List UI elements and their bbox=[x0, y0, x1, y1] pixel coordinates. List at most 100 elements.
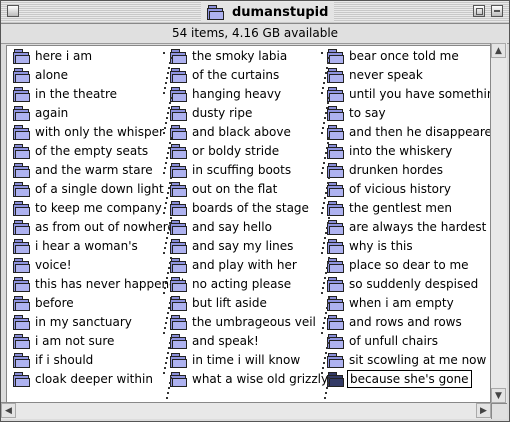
drag-artifact-speck bbox=[169, 262, 171, 264]
folder-label: with only the whisper bbox=[35, 124, 164, 139]
folder-item[interactable]: or boldy stride bbox=[170, 141, 281, 160]
folder-item[interactable]: this has never happened bbox=[13, 274, 186, 293]
close-box-icon[interactable] bbox=[7, 5, 19, 17]
drag-artifact-speck bbox=[328, 257, 330, 259]
folder-item[interactable]: never speak bbox=[327, 65, 425, 84]
folder-item[interactable]: if i should bbox=[13, 350, 95, 369]
drag-artifact-speck bbox=[327, 182, 329, 184]
folder-item[interactable]: dusty ripe bbox=[170, 103, 254, 122]
drag-artifact-speck bbox=[322, 127, 324, 129]
folder-item[interactable]: and the warm stare bbox=[13, 160, 155, 179]
folder-label: in my sanctuary bbox=[35, 314, 132, 329]
folder-item[interactable]: to say bbox=[327, 103, 388, 122]
folder-item[interactable]: into the whiskery bbox=[327, 141, 454, 160]
folder-label: of the empty seats bbox=[35, 143, 149, 158]
folder-item[interactable]: what a wise old grizzly bbox=[170, 369, 330, 388]
folder-item[interactable]: place so dear to me bbox=[327, 255, 471, 274]
collapse-box-icon[interactable] bbox=[491, 5, 503, 17]
folder-item[interactable]: out on the flat bbox=[170, 179, 279, 198]
scroll-right-arrow-icon[interactable]: ▶ bbox=[476, 403, 491, 418]
resize-grip-icon[interactable] bbox=[491, 403, 507, 419]
drag-artifact-speck bbox=[170, 377, 172, 379]
folder-item[interactable]: why is this bbox=[327, 236, 415, 255]
folder-item[interactable]: voice! bbox=[13, 255, 74, 274]
folder-icon bbox=[13, 257, 30, 273]
drag-artifact-speck bbox=[325, 392, 327, 394]
folder-item[interactable]: drunken hordes bbox=[327, 160, 445, 179]
folder-item[interactable]: and play with her bbox=[170, 255, 299, 274]
folder-item[interactable]: and speak! bbox=[170, 331, 261, 350]
folder-item[interactable]: in time i will know bbox=[170, 350, 302, 369]
folder-item[interactable]: bear once told me bbox=[327, 46, 461, 65]
folder-icon bbox=[13, 181, 30, 197]
folder-item[interactable]: no acting please bbox=[170, 274, 293, 293]
vertical-scrollbar[interactable]: ▲ ▼ bbox=[490, 43, 507, 403]
folder-item[interactable]: and say my lines bbox=[170, 236, 295, 255]
folder-item[interactable]: but lift aside bbox=[170, 293, 269, 312]
folder-icon bbox=[327, 314, 344, 330]
folder-item[interactable]: again bbox=[13, 103, 70, 122]
folder-label: why is this bbox=[349, 238, 413, 253]
drag-artifact-speck bbox=[166, 197, 168, 199]
folder-item[interactable]: of vicious history bbox=[327, 179, 453, 198]
folder-item[interactable]: and then he disappeared bbox=[327, 122, 493, 141]
folder-item[interactable]: i hear a woman's bbox=[13, 236, 140, 255]
folder-label: if i should bbox=[35, 352, 94, 367]
folder-item[interactable]: hanging heavy bbox=[170, 84, 283, 103]
horizontal-scrollbar[interactable]: ◀ ▶ bbox=[1, 402, 491, 419]
folder-item[interactable]: the smoky labia bbox=[170, 46, 289, 65]
drag-artifact-speck bbox=[163, 132, 165, 134]
folder-icon bbox=[170, 352, 187, 368]
folder-label: and play with her bbox=[192, 257, 297, 272]
scroll-left-arrow-icon[interactable]: ◀ bbox=[1, 403, 16, 418]
folder-item[interactable]: of the curtains bbox=[170, 65, 281, 84]
folder-item[interactable]: because she's gone bbox=[327, 369, 472, 388]
folder-item[interactable]: as from out of nowhere bbox=[13, 217, 177, 236]
zoom-box-icon[interactable] bbox=[473, 5, 485, 17]
drag-artifact-speck bbox=[163, 212, 165, 214]
drag-artifact-speck bbox=[167, 152, 169, 154]
title-bar[interactable]: dumanstupid bbox=[1, 1, 509, 24]
folder-icon bbox=[327, 238, 344, 254]
folder-item[interactable]: to keep me company bbox=[13, 198, 164, 217]
drag-artifact-speck bbox=[165, 362, 167, 364]
folder-item[interactable]: the gentlest men bbox=[327, 198, 454, 217]
icon-view[interactable]: here i am alone in the theatre again with on… bbox=[6, 45, 493, 402]
folder-item[interactable]: and say hello bbox=[170, 217, 274, 236]
folder-icon bbox=[13, 219, 30, 235]
folder-item[interactable]: and rows and rows bbox=[327, 312, 464, 331]
folder-item[interactable]: before bbox=[13, 293, 76, 312]
folder-item[interactable]: of unfull chairs bbox=[327, 331, 440, 350]
folder-label: the gentlest men bbox=[349, 200, 452, 215]
folder-item[interactable]: of the empty seats bbox=[13, 141, 150, 160]
folder-item[interactable]: in the theatre bbox=[13, 84, 119, 103]
scroll-up-arrow-icon[interactable]: ▲ bbox=[491, 43, 506, 58]
drag-artifact-speck bbox=[168, 387, 170, 389]
folder-item[interactable]: in my sanctuary bbox=[13, 312, 134, 331]
folder-item[interactable]: boards of the stage bbox=[170, 198, 311, 217]
folder-item[interactable]: sit scowling at me now bbox=[327, 350, 488, 369]
folder-item[interactable]: of a single down light bbox=[13, 179, 166, 198]
folder-icon bbox=[327, 200, 344, 216]
folder-item[interactable]: so suddenly despised bbox=[327, 274, 480, 293]
folder-item[interactable]: cloak deeper within bbox=[13, 369, 155, 388]
scroll-down-arrow-icon[interactable]: ▼ bbox=[491, 388, 506, 403]
folder-item[interactable]: alone bbox=[13, 65, 70, 84]
drag-artifact-speck bbox=[167, 112, 169, 114]
folder-item[interactable]: i am not sure bbox=[13, 331, 116, 350]
folder-item[interactable]: the umbrageous veil bbox=[170, 312, 318, 331]
drag-artifact-speck bbox=[328, 217, 330, 219]
folder-item[interactable]: are always the hardest bbox=[327, 217, 488, 236]
drag-artifact-speck bbox=[164, 87, 166, 89]
folder-item[interactable]: with only the whisper bbox=[13, 122, 166, 141]
folder-item[interactable]: when i am empty bbox=[327, 293, 456, 312]
folder-item[interactable]: and black above bbox=[170, 122, 293, 141]
folder-item[interactable]: in scuffing boots bbox=[170, 160, 293, 179]
folder-icon bbox=[170, 295, 187, 311]
folder-item[interactable]: here i am bbox=[13, 46, 94, 65]
drag-artifact-speck bbox=[325, 232, 327, 234]
drag-artifact-speck bbox=[170, 57, 172, 59]
folder-item[interactable]: until you have something bbox=[327, 84, 493, 103]
drag-artifact-speck bbox=[325, 112, 327, 114]
folder-icon bbox=[13, 276, 30, 292]
